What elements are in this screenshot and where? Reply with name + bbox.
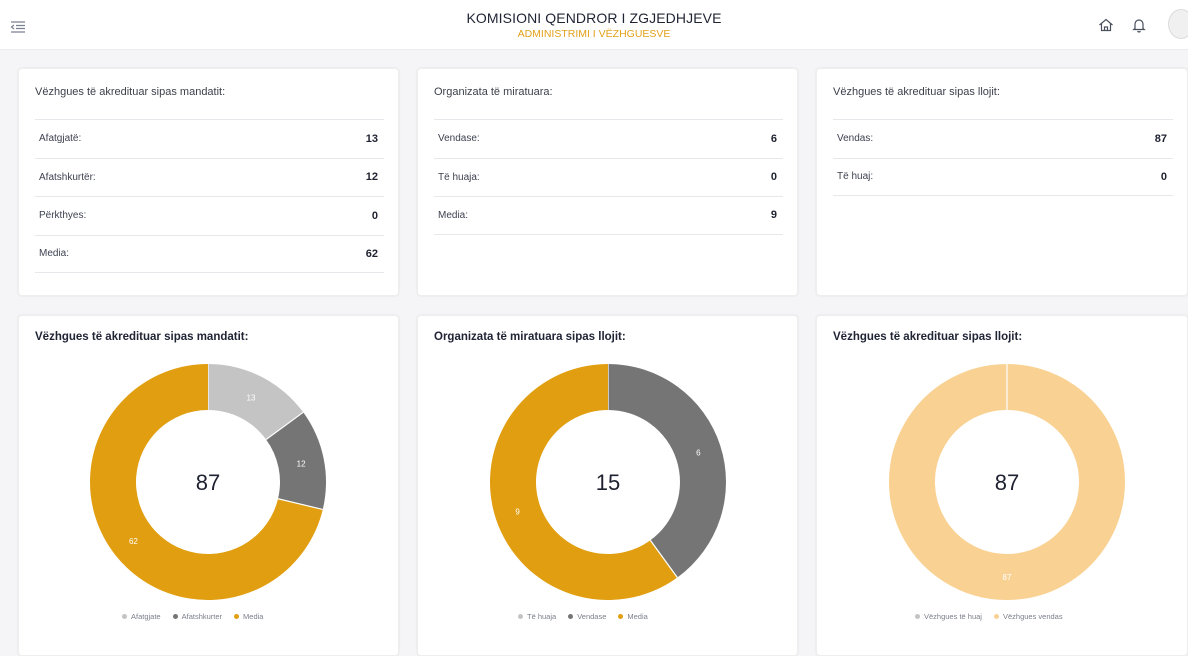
row-value: 6 <box>770 132 777 145</box>
card-title: Vëzhgues të akredituar sipas llojit: <box>833 86 1000 98</box>
legend-swatch <box>568 614 574 619</box>
legend-swatch <box>618 614 624 619</box>
card-title: Vëzhgues të akredituar sipas mandatit: <box>35 86 226 98</box>
legend-label: Media <box>627 612 648 621</box>
row-label: Të huaja: <box>438 171 480 183</box>
legend-item[interactable]: Të huaja <box>518 612 556 621</box>
top-bar: KOMISIONI QENDROR I ZGJEDHJEVE ADMINISTR… <box>0 0 1188 50</box>
legend-item[interactable]: Vëzhgues të huaj <box>915 612 982 621</box>
card-mandate-stats: Vëzhgues të akredituar sipas mandatit: A… <box>18 68 399 296</box>
legend-swatch <box>915 614 920 619</box>
row-label: Përkthyes: <box>39 210 87 222</box>
donut-center-total: 87 <box>994 470 1020 495</box>
list-item: Vendase: 6 <box>434 119 783 158</box>
legend-swatch <box>993 614 999 619</box>
chart-title: Organizata të miratuara sipas llojit: <box>434 331 626 343</box>
bell-icon[interactable] <box>1129 15 1149 35</box>
row-value: 62 <box>365 247 378 260</box>
row-label: Të huaj: <box>837 171 874 183</box>
row-value: 13 <box>365 132 378 145</box>
app-subtitle: ADMINISTRIMI I VËZHGUESVE <box>517 28 671 40</box>
legend-label: Vendase <box>577 612 607 621</box>
legend-label: Të huaja <box>527 612 557 621</box>
legend-label: Vëzhgues vendas <box>1002 612 1063 621</box>
list-item: Afatshkurtër: 12 <box>35 157 384 197</box>
legend-item[interactable]: Vëzhgues vendas <box>993 612 1063 621</box>
row-label: Vendase: <box>438 133 480 145</box>
card-organization-stats: Organizata të miratuara: Vendase: 6 Të hu… <box>417 68 798 296</box>
avatar[interactable] <box>1168 9 1188 39</box>
chart-title: Vëzhgues të akredituar sipas llojit: <box>833 331 1023 343</box>
chart-title: Vëzhgues të akredituar sipas mandatit: <box>35 331 249 343</box>
legend-item[interactable]: Afatgjate <box>122 612 161 621</box>
list-item: Të huaja: 0 <box>434 157 783 197</box>
row-label: Afatgjatë: <box>39 133 82 145</box>
row-value: 9 <box>770 209 777 222</box>
home-icon[interactable] <box>1096 15 1116 35</box>
legend-label: Afatshkurter <box>181 612 223 621</box>
list-item: Përkthyes: 0 <box>35 196 384 235</box>
card-type-stats: Vëzhgues të akredituar sipas llojit: Ven… <box>816 68 1188 296</box>
card-title: Organizata të miratuara: <box>434 86 553 98</box>
row-value: 0 <box>770 171 777 184</box>
app-title: KOMISIONI QENDROR I ZGJEDHJEVE <box>466 10 722 26</box>
legend-label: Media <box>243 612 264 621</box>
row-value: 0 <box>1160 170 1167 183</box>
legend-swatch <box>172 614 178 619</box>
legend-label: Vëzhgues të huaj <box>924 612 982 621</box>
legend-item[interactable]: Vendase <box>568 612 606 621</box>
legend-swatch <box>122 614 127 619</box>
donut-center-total: 15 <box>595 470 621 495</box>
list-item: Media: 9 <box>434 196 783 235</box>
row-value: 0 <box>371 209 378 222</box>
legend-item[interactable]: Afatshkurter <box>172 612 223 621</box>
list-item: Afatgjatë: 13 <box>35 119 384 158</box>
row-label: Afatshkurtër: <box>39 171 96 183</box>
row-label: Vendas: <box>837 133 874 145</box>
chart-legend: Të huaja Vendase Media <box>518 612 648 621</box>
row-value: 12 <box>365 171 378 184</box>
row-label: Media: <box>39 248 70 260</box>
list-item: Të huaj: 0 <box>833 157 1173 196</box>
legend-item[interactable]: Media <box>618 612 648 621</box>
chart-legend: Afatgjate Afatshkurter Media <box>122 612 263 621</box>
list-item: Media: 62 <box>35 234 384 273</box>
legend-item[interactable]: Media <box>234 612 263 621</box>
list-item: Vendas: 87 <box>833 119 1173 158</box>
row-value: 87 <box>1154 132 1167 145</box>
stats-list: Vendas: 87 Të huaj: 0 <box>833 119 1173 196</box>
legend-swatch <box>518 614 523 619</box>
brand: KOMISIONI QENDROR I ZGJEDHJEVE ADMINISTR… <box>0 10 1188 40</box>
legend-swatch <box>234 614 240 619</box>
legend-label: Afatgjate <box>131 612 161 621</box>
stats-list: Vendase: 6 Të huaja: 0 Media: 9 <box>434 119 783 235</box>
row-label: Media: <box>438 209 469 221</box>
chart-legend: Vëzhgues të huaj Vëzhgues vendas <box>915 612 1063 621</box>
donut-center-total: 87 <box>195 470 221 495</box>
stats-list: Afatgjatë: 13 Afatshkurtër: 12 Përkthyes: 0… <box>35 119 384 273</box>
